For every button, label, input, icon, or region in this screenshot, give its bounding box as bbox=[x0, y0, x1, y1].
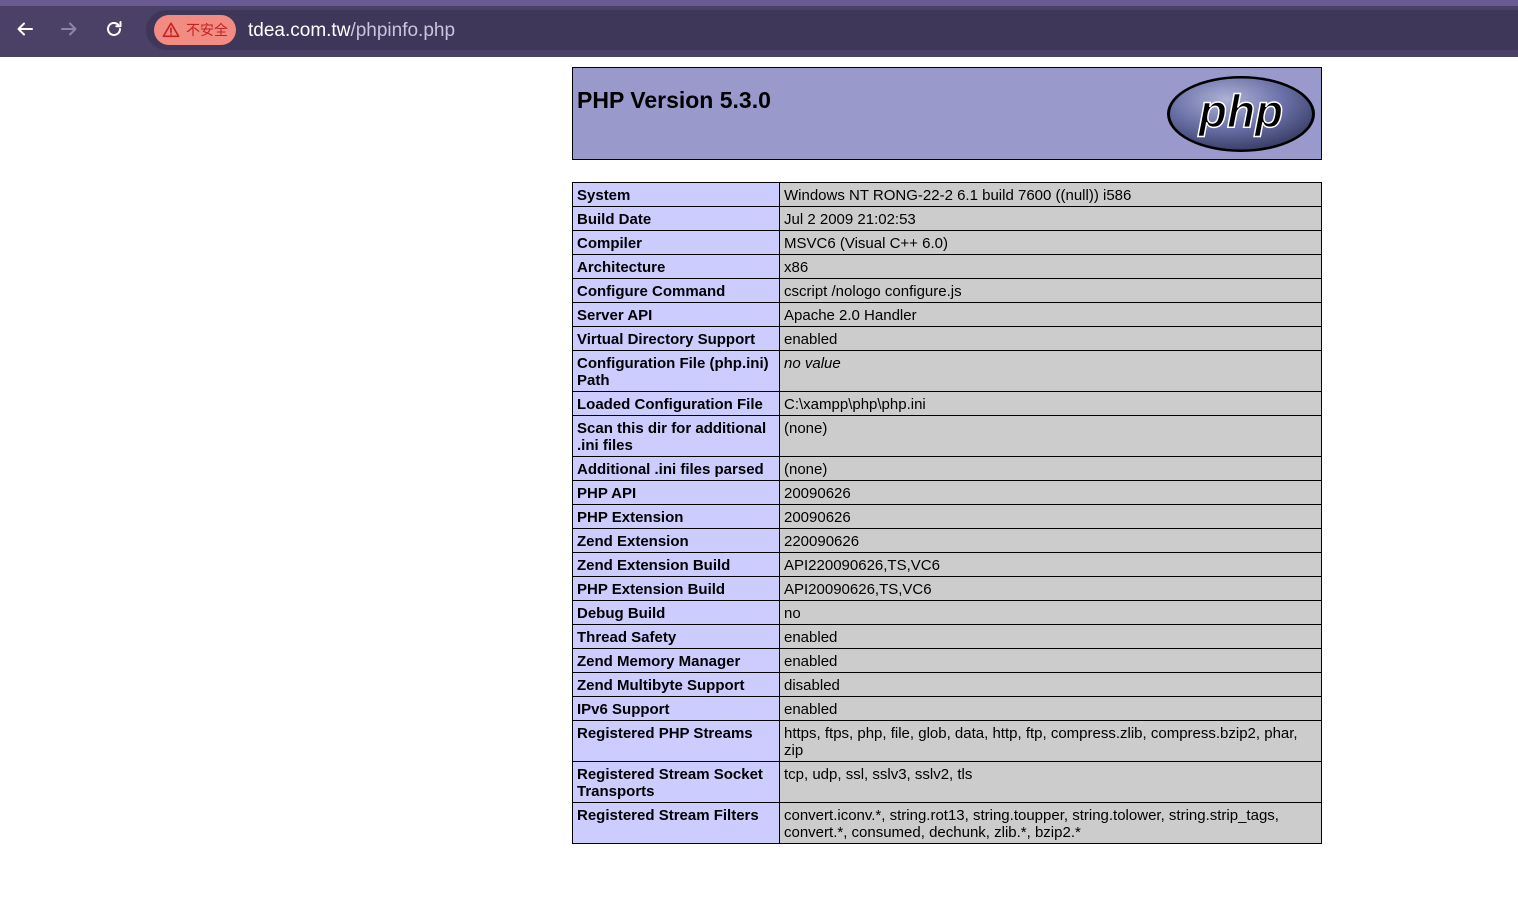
table-row: Architecture x86 bbox=[572, 254, 1322, 279]
php-logo-text: php bbox=[1197, 85, 1283, 137]
row-value: x86 bbox=[779, 254, 1322, 279]
row-key: Build Date bbox=[572, 206, 780, 231]
url-domain: tdea.com.tw bbox=[248, 20, 351, 41]
row-key: Zend Memory Manager bbox=[572, 648, 780, 673]
row-value: (none) bbox=[779, 415, 1322, 457]
row-value: no bbox=[779, 600, 1322, 625]
row-value: enabled bbox=[779, 326, 1322, 351]
row-key: Compiler bbox=[572, 230, 780, 255]
url-text[interactable]: tdea.com.tw/phpinfo.php bbox=[248, 20, 455, 42]
row-key: Virtual Directory Support bbox=[572, 326, 780, 351]
row-value: convert.iconv.*, string.rot13, string.to… bbox=[779, 802, 1322, 844]
row-key: Zend Multibyte Support bbox=[572, 672, 780, 697]
row-value: MSVC6 (Visual C++ 6.0) bbox=[779, 230, 1322, 255]
row-key: PHP Extension Build bbox=[572, 576, 780, 601]
table-row: Scan this dir for additional .ini files(… bbox=[572, 415, 1322, 457]
table-row: Compiler MSVC6 (Visual C++ 6.0) bbox=[572, 230, 1322, 255]
row-value: disabled bbox=[779, 672, 1322, 697]
table-row: Configure Command cscript /nologo configu… bbox=[572, 278, 1322, 303]
row-key: Debug Build bbox=[572, 600, 780, 625]
table-row: PHP Extension 20090626 bbox=[572, 504, 1322, 529]
reload-icon bbox=[107, 21, 122, 36]
row-key: PHP API bbox=[572, 480, 780, 505]
table-row: Zend Multibyte Support disabled bbox=[572, 672, 1322, 697]
row-value: Jul 2 2009 21:02:53 bbox=[779, 206, 1322, 231]
row-key: Loaded Configuration File bbox=[572, 391, 780, 416]
table-row: Build Date Jul 2 2009 21:02:53 bbox=[572, 206, 1322, 231]
arrow-left-icon bbox=[17, 22, 33, 36]
row-value: Windows NT RONG-22-2 6.1 build 7600 ((nu… bbox=[779, 182, 1322, 207]
table-row: Zend Extension 220090626 bbox=[572, 528, 1322, 553]
table-row: Additional .ini files parsed (none) bbox=[572, 456, 1322, 481]
row-key: Registered Stream Socket Transports bbox=[572, 761, 780, 803]
table-row: PHP Extension Build API20090626,TS,VC6 bbox=[572, 576, 1322, 601]
table-row: PHP API 20090626 bbox=[572, 480, 1322, 505]
row-key: System bbox=[572, 182, 780, 207]
row-value: C:\xampp\php\php.ini bbox=[779, 391, 1322, 416]
row-key: Architecture bbox=[572, 254, 780, 279]
row-value: Apache 2.0 Handler bbox=[779, 302, 1322, 327]
row-key: PHP Extension bbox=[572, 504, 780, 529]
security-label: 不安全 bbox=[186, 23, 228, 39]
phpinfo-content: PHP Version 5.3.0 php System Windows NT R… bbox=[572, 67, 1322, 844]
row-key: Registered PHP Streams bbox=[572, 720, 780, 762]
row-value: cscript /nologo configure.js bbox=[779, 278, 1322, 303]
table-row: Registered Stream Filters convert.iconv.*… bbox=[572, 802, 1322, 844]
browser-toolbar: 不安全 tdea.com.tw/phpinfo.php bbox=[0, 0, 1518, 57]
table-row: Loaded Configuration File C:\xampp\php\ph… bbox=[572, 391, 1322, 416]
php-version-header: PHP Version 5.3.0 php bbox=[572, 67, 1322, 160]
row-key: IPv6 Support bbox=[572, 696, 780, 721]
url-path: /phpinfo.php bbox=[350, 20, 456, 41]
table-row: Thread Safety enabled bbox=[572, 624, 1322, 649]
row-value: API20090626,TS,VC6 bbox=[779, 576, 1322, 601]
table-row: System Windows NT RONG-22-2 6.1 build 760… bbox=[572, 182, 1322, 207]
row-value: enabled bbox=[779, 648, 1322, 673]
row-value: 220090626 bbox=[779, 528, 1322, 553]
row-key: Server API bbox=[572, 302, 780, 327]
row-key: Zend Extension Build bbox=[572, 552, 780, 577]
arrow-right-icon bbox=[61, 22, 77, 36]
address-bar[interactable]: 不安全 tdea.com.tw/phpinfo.php bbox=[146, 10, 1518, 50]
table-row: Registered Stream Socket Transports tcp, … bbox=[572, 761, 1322, 803]
row-value: no value bbox=[779, 350, 1322, 392]
row-value: API220090626,TS,VC6 bbox=[779, 552, 1322, 577]
row-value-italic: no value bbox=[784, 355, 841, 372]
row-value: https, ftps, php, file, glob, data, http… bbox=[779, 720, 1322, 762]
row-key: Configuration File (php.ini) Path bbox=[572, 350, 780, 392]
table-row: Debug Build no bbox=[572, 600, 1322, 625]
reload-button[interactable] bbox=[97, 12, 131, 46]
page-title: PHP Version 5.3.0 bbox=[577, 87, 771, 113]
row-value: 20090626 bbox=[779, 480, 1322, 505]
forward-button[interactable] bbox=[52, 12, 86, 46]
table-row: Zend Memory Manager enabled bbox=[572, 648, 1322, 673]
row-value: 20090626 bbox=[779, 504, 1322, 529]
php-info-table: System Windows NT RONG-22-2 6.1 build 760… bbox=[572, 182, 1322, 844]
row-value: enabled bbox=[779, 696, 1322, 721]
row-key: Registered Stream Filters bbox=[572, 802, 780, 844]
table-row: Configuration File (php.ini) Path no valu… bbox=[572, 350, 1322, 392]
table-row: Virtual Directory Support enabled bbox=[572, 326, 1322, 351]
php-logo-icon[interactable]: php bbox=[1166, 75, 1316, 153]
table-row: Zend Extension Build API220090626,TS,VC6 bbox=[572, 552, 1322, 577]
row-key: Additional .ini files parsed bbox=[572, 456, 780, 481]
table-row: IPv6 Support enabled bbox=[572, 696, 1322, 721]
row-value: enabled bbox=[779, 624, 1322, 649]
row-key: Thread Safety bbox=[572, 624, 780, 649]
row-value: (none) bbox=[779, 456, 1322, 481]
row-key: Configure Command bbox=[572, 278, 780, 303]
security-warning-chip[interactable]: 不安全 bbox=[154, 15, 236, 45]
table-row: Registered PHP Streams https, ftps, php, … bbox=[572, 720, 1322, 762]
row-key: Zend Extension bbox=[572, 528, 780, 553]
row-value: tcp, udp, ssl, sslv3, sslv2, tls bbox=[779, 761, 1322, 803]
warning-triangle-icon bbox=[162, 22, 180, 38]
row-key: Scan this dir for additional .ini files bbox=[572, 415, 780, 457]
back-button[interactable] bbox=[8, 12, 42, 46]
table-row: Server API Apache 2.0 Handler bbox=[572, 302, 1322, 327]
